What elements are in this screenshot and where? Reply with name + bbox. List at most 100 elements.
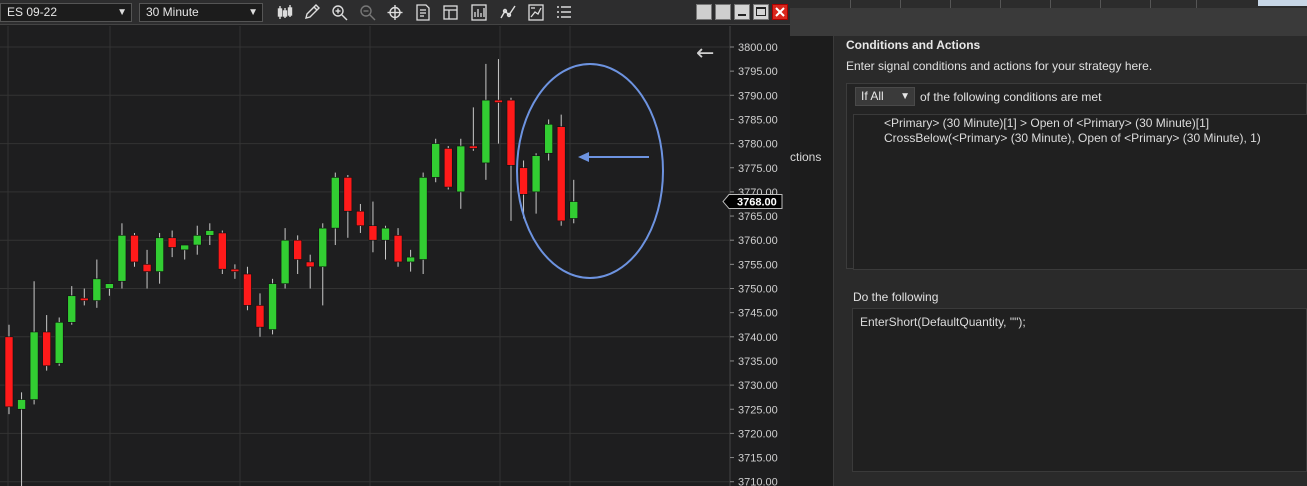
conditions-list[interactable]: <Primary> (30 Minute)[1] > Open of <Prim… bbox=[853, 114, 1307, 270]
candle-body bbox=[443, 148, 453, 188]
axis-tick-label: 3745.00 bbox=[738, 308, 778, 320]
condition-mode-label: of the following conditions are met bbox=[920, 90, 1102, 104]
candle-body bbox=[92, 278, 102, 301]
axis-tick-label: 3715.00 bbox=[738, 453, 778, 465]
close-icon[interactable] bbox=[772, 4, 788, 20]
arrow-head-icon bbox=[578, 152, 589, 162]
candle-body bbox=[4, 336, 14, 408]
page-subtitle: Enter signal conditions and actions for … bbox=[846, 59, 1153, 73]
candle-body bbox=[80, 297, 89, 301]
background-window-bar bbox=[790, 8, 1307, 36]
background-window-strip bbox=[790, 0, 1307, 36]
properties-icon[interactable] bbox=[441, 3, 461, 22]
tile-icon[interactable] bbox=[715, 4, 731, 20]
last-price-label: 3768.00 bbox=[737, 197, 777, 209]
last-price-marker: 3768.00 bbox=[722, 194, 783, 210]
axis-tick-label: 3780.00 bbox=[738, 139, 778, 151]
maximize-icon[interactable] bbox=[753, 4, 769, 20]
price-chart[interactable]: 3800.00 3795.00 3790.00 3785.00 3780.00 3775.… bbox=[0, 26, 790, 486]
candle-down bbox=[469, 107, 478, 151]
candle-body bbox=[381, 227, 390, 241]
candle-body bbox=[456, 145, 466, 193]
candle-up bbox=[381, 225, 390, 260]
candle-body bbox=[393, 235, 403, 263]
candle-down bbox=[255, 293, 265, 337]
condition-mode-select[interactable]: If All ▼ bbox=[855, 87, 915, 106]
action-item[interactable]: EnterShort(DefaultQuantity, ""); bbox=[860, 315, 1026, 329]
candle-body bbox=[142, 264, 152, 272]
candle-down bbox=[293, 235, 302, 275]
zoom-in-icon[interactable] bbox=[330, 3, 350, 22]
conditions-actions-panel: Conditions and Actions Enter signal cond… bbox=[834, 36, 1307, 486]
candle-up bbox=[117, 223, 127, 289]
app-root: ES 09-22 ▼ 30 Minute ▼ 3800.00 3795.00 3… bbox=[0, 0, 1307, 486]
grid-cell-divider bbox=[1150, 0, 1151, 8]
axis-tick-label: 3795.00 bbox=[738, 66, 778, 78]
list-icon[interactable] bbox=[554, 3, 574, 22]
indicators-icon[interactable] bbox=[526, 3, 546, 22]
candle-up bbox=[569, 179, 579, 224]
bar-style-icon[interactable] bbox=[275, 3, 295, 22]
crosshair-icon[interactable] bbox=[385, 3, 405, 22]
chevron-down-icon: ▼ bbox=[900, 91, 910, 102]
chart-grid bbox=[0, 26, 730, 486]
pencil-icon[interactable] bbox=[302, 3, 322, 22]
candle-up bbox=[155, 232, 164, 284]
candle-up bbox=[54, 317, 64, 366]
actions-list[interactable]: EnterShort(DefaultQuantity, ""); bbox=[852, 308, 1307, 472]
candle-up bbox=[268, 278, 277, 335]
grid-cell-divider bbox=[950, 0, 951, 8]
candle-body bbox=[243, 273, 252, 306]
candle-down bbox=[80, 288, 89, 306]
candle-body bbox=[17, 399, 26, 410]
candle-body bbox=[406, 256, 415, 263]
candle-body bbox=[519, 167, 528, 195]
candle-body bbox=[431, 143, 441, 178]
candle-up bbox=[105, 283, 114, 296]
candle-up bbox=[92, 259, 102, 308]
candle-up bbox=[17, 392, 26, 486]
candle-body bbox=[230, 268, 240, 272]
back-arrow-icon[interactable]: ← bbox=[696, 41, 714, 66]
axis-tick-label: 3755.00 bbox=[738, 259, 778, 271]
data-box-icon[interactable] bbox=[413, 3, 433, 22]
interval-selector[interactable]: 30 Minute ▼ bbox=[139, 3, 263, 22]
candle-down bbox=[142, 249, 152, 289]
candle-body bbox=[531, 155, 541, 193]
tile-icon[interactable] bbox=[696, 4, 712, 20]
candle-down bbox=[443, 146, 453, 190]
interval-value: 30 Minute bbox=[146, 5, 199, 19]
instrument-selector[interactable]: ES 09-22 ▼ bbox=[0, 3, 132, 22]
candle-body bbox=[180, 244, 189, 251]
candle-body bbox=[42, 331, 51, 367]
instrument-value: ES 09-22 bbox=[7, 5, 58, 19]
candle-body bbox=[67, 295, 77, 323]
candle-up bbox=[330, 172, 340, 246]
performance-icon[interactable] bbox=[469, 3, 489, 22]
grid-cell-divider bbox=[900, 0, 901, 8]
axis-tick-label: 3790.00 bbox=[738, 90, 778, 102]
candle-body bbox=[318, 227, 328, 268]
condition-mode-value: If All bbox=[861, 89, 884, 103]
condition-item[interactable]: <Primary> (30 Minute)[1] > Open of <Prim… bbox=[884, 116, 1209, 130]
chevron-down-icon: ▼ bbox=[248, 7, 258, 18]
condition-item[interactable]: CrossBelow(<Primary> (30 Minute), Open o… bbox=[884, 131, 1261, 145]
candle-body bbox=[356, 210, 365, 227]
candles bbox=[4, 59, 579, 486]
candle-up bbox=[205, 223, 215, 246]
candle-body bbox=[469, 145, 478, 149]
page-title: Conditions and Actions bbox=[846, 38, 981, 52]
candle-up bbox=[67, 286, 77, 325]
candle-body bbox=[368, 225, 378, 241]
candle-down bbox=[506, 97, 516, 221]
grid-cell-divider bbox=[850, 0, 851, 8]
strategies-icon[interactable] bbox=[498, 3, 518, 22]
zoom-out-icon[interactable] bbox=[358, 3, 378, 22]
axis-tick-label: 3720.00 bbox=[738, 428, 778, 440]
candle-body bbox=[218, 232, 227, 270]
candle-up bbox=[29, 281, 39, 405]
minimize-icon[interactable] bbox=[734, 4, 750, 20]
candle-up bbox=[431, 138, 441, 183]
candle-body bbox=[280, 239, 290, 284]
wizard-step-label[interactable]: ctions bbox=[790, 150, 821, 164]
